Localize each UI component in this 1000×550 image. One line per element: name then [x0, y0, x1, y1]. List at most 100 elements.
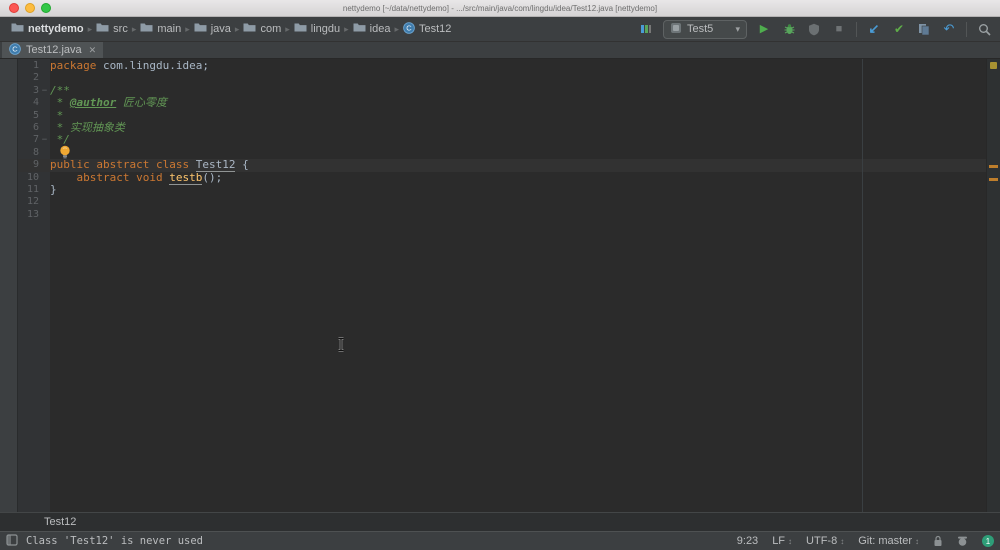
folder-icon: [194, 22, 207, 36]
code-line[interactable]: 13: [18, 209, 986, 221]
code-token: * 实现抽象类: [50, 121, 125, 134]
tab-test12-java[interactable]: C Test12.java ✕: [2, 42, 103, 58]
class-icon: C: [9, 43, 21, 58]
rollback-button[interactable]: ↶: [941, 21, 957, 37]
line-number[interactable]: 12: [18, 196, 39, 208]
line-number[interactable]: 3: [18, 85, 39, 97]
close-tab-icon[interactable]: ✕: [89, 45, 97, 56]
line-separator-widget[interactable]: LF ↕: [772, 535, 792, 547]
inspections-hector-icon[interactable]: [957, 535, 968, 547]
code-text: public abstract class Test12 {: [50, 159, 986, 171]
code-text: [50, 196, 986, 208]
fold-marker-icon: [39, 196, 50, 208]
code-line[interactable]: 4 * @author 匠心零度: [18, 97, 986, 109]
code-text: [50, 209, 986, 221]
line-number[interactable]: 2: [18, 72, 39, 84]
breadcrumb-item-main[interactable]: main: [137, 21, 184, 37]
code-token: *: [50, 96, 70, 109]
line-number[interactable]: 1: [18, 60, 39, 72]
breadcrumb-label: src: [113, 23, 128, 35]
tool-window-switcher-icon[interactable]: [6, 534, 18, 549]
window-controls: [9, 3, 51, 13]
intention-bulb-icon[interactable]: [59, 145, 71, 162]
breadcrumb-item-file[interactable]: Test12: [44, 516, 76, 528]
inspection-status-icon[interactable]: [990, 62, 997, 69]
toolbar-separator: [966, 22, 967, 37]
code-token: }: [50, 183, 57, 196]
commit-changes-button[interactable]: ✔: [891, 21, 907, 37]
code-text: abstract void testb();: [50, 172, 986, 184]
breadcrumb-label: nettydemo: [28, 23, 84, 35]
breadcrumb-item-lingdu[interactable]: lingdu: [291, 21, 343, 37]
code-line[interactable]: 11}: [18, 184, 986, 196]
caret-position-widget[interactable]: 9:23: [737, 535, 758, 547]
breadcrumb-item-com[interactable]: com: [240, 21, 284, 37]
svg-text:C: C: [12, 44, 18, 53]
fold-marker-icon: [39, 184, 50, 196]
coverage-button[interactable]: [806, 21, 822, 37]
changes-columns-icon[interactable]: [638, 21, 654, 37]
main-area: 1package com.lingdu.idea;23−/**4 * @auth…: [0, 59, 1000, 512]
code-text: package com.lingdu.idea;: [50, 60, 986, 72]
code-line[interactable]: 6 * 实现抽象类: [18, 122, 986, 134]
warning-mark[interactable]: [989, 178, 998, 181]
debug-button[interactable]: [781, 21, 797, 37]
error-stripe[interactable]: [986, 59, 1000, 512]
zoom-window-button[interactable]: [41, 3, 51, 13]
run-button[interactable]: ▶: [756, 21, 772, 37]
editor-breadcrumbs-bottom: Test12: [0, 512, 1000, 531]
breadcrumb-item-nettydemo[interactable]: nettydemo: [8, 21, 87, 37]
code-token: {: [235, 158, 248, 171]
fold-marker-icon: [39, 209, 50, 221]
line-number[interactable]: 7: [18, 134, 39, 146]
chevron-down-icon: ▾: [735, 24, 740, 35]
code-token: com.lingdu.idea;: [96, 59, 209, 72]
code-lines[interactable]: 1package com.lingdu.idea;23−/**4 * @auth…: [18, 59, 986, 221]
code-line[interactable]: 10 abstract void testb();: [18, 172, 986, 184]
breadcrumb-item-Test12[interactable]: CTest12: [400, 21, 454, 38]
updown-icon: ↕: [788, 537, 792, 546]
readonly-lock-icon[interactable]: [933, 535, 943, 547]
git-branch-widget[interactable]: Git: master ↕: [858, 535, 919, 547]
chevron-right-icon: ▸: [394, 24, 399, 35]
fold-marker-icon: [39, 172, 50, 184]
stop-button[interactable]: ■: [831, 21, 847, 37]
line-number[interactable]: 6: [18, 122, 39, 134]
breadcrumb-item-idea[interactable]: idea: [350, 21, 394, 37]
code-line[interactable]: 7− */: [18, 134, 986, 146]
warning-mark[interactable]: [989, 165, 998, 168]
code-token: testb: [169, 171, 202, 185]
code-line[interactable]: 5 *: [18, 110, 986, 122]
line-number[interactable]: 8: [18, 147, 39, 159]
code-line[interactable]: 12: [18, 196, 986, 208]
run-config-select[interactable]: Test5 ▾: [663, 20, 747, 39]
code-editor[interactable]: 1package com.lingdu.idea;23−/**4 * @auth…: [18, 59, 986, 512]
code-token: 匠心零度: [116, 96, 167, 109]
fold-marker-icon: [39, 122, 50, 134]
line-number[interactable]: 10: [18, 172, 39, 184]
line-number[interactable]: 9: [18, 159, 39, 171]
close-window-button[interactable]: [9, 3, 19, 13]
notification-badge[interactable]: 1: [982, 535, 994, 547]
line-number[interactable]: 4: [18, 97, 39, 109]
updown-icon: ↕: [840, 537, 844, 546]
line-number[interactable]: 13: [18, 209, 39, 221]
line-number[interactable]: 11: [18, 184, 39, 196]
compare-version-button[interactable]: [916, 21, 932, 37]
chevron-right-icon: ▸: [88, 24, 93, 35]
update-project-button[interactable]: ↙: [866, 21, 882, 37]
tab-label: Test12.java: [26, 44, 82, 56]
breadcrumb-item-src[interactable]: src: [93, 21, 131, 37]
search-everywhere-button[interactable]: [976, 21, 992, 37]
tool-window-stripe-left[interactable]: [0, 59, 18, 512]
code-line[interactable]: 2: [18, 72, 986, 84]
editor-tabbar: C Test12.java ✕: [0, 42, 1000, 59]
chevron-right-icon: ▸: [344, 24, 349, 35]
minimize-window-button[interactable]: [25, 3, 35, 13]
encoding-widget[interactable]: UTF-8 ↕: [806, 535, 844, 547]
fold-marker-icon[interactable]: −: [39, 134, 50, 146]
fold-marker-icon[interactable]: −: [39, 85, 50, 97]
breadcrumb-item-java[interactable]: java: [191, 21, 234, 37]
line-number[interactable]: 5: [18, 110, 39, 122]
code-line[interactable]: 1 package com.lingdu.idea;: [18, 60, 986, 72]
